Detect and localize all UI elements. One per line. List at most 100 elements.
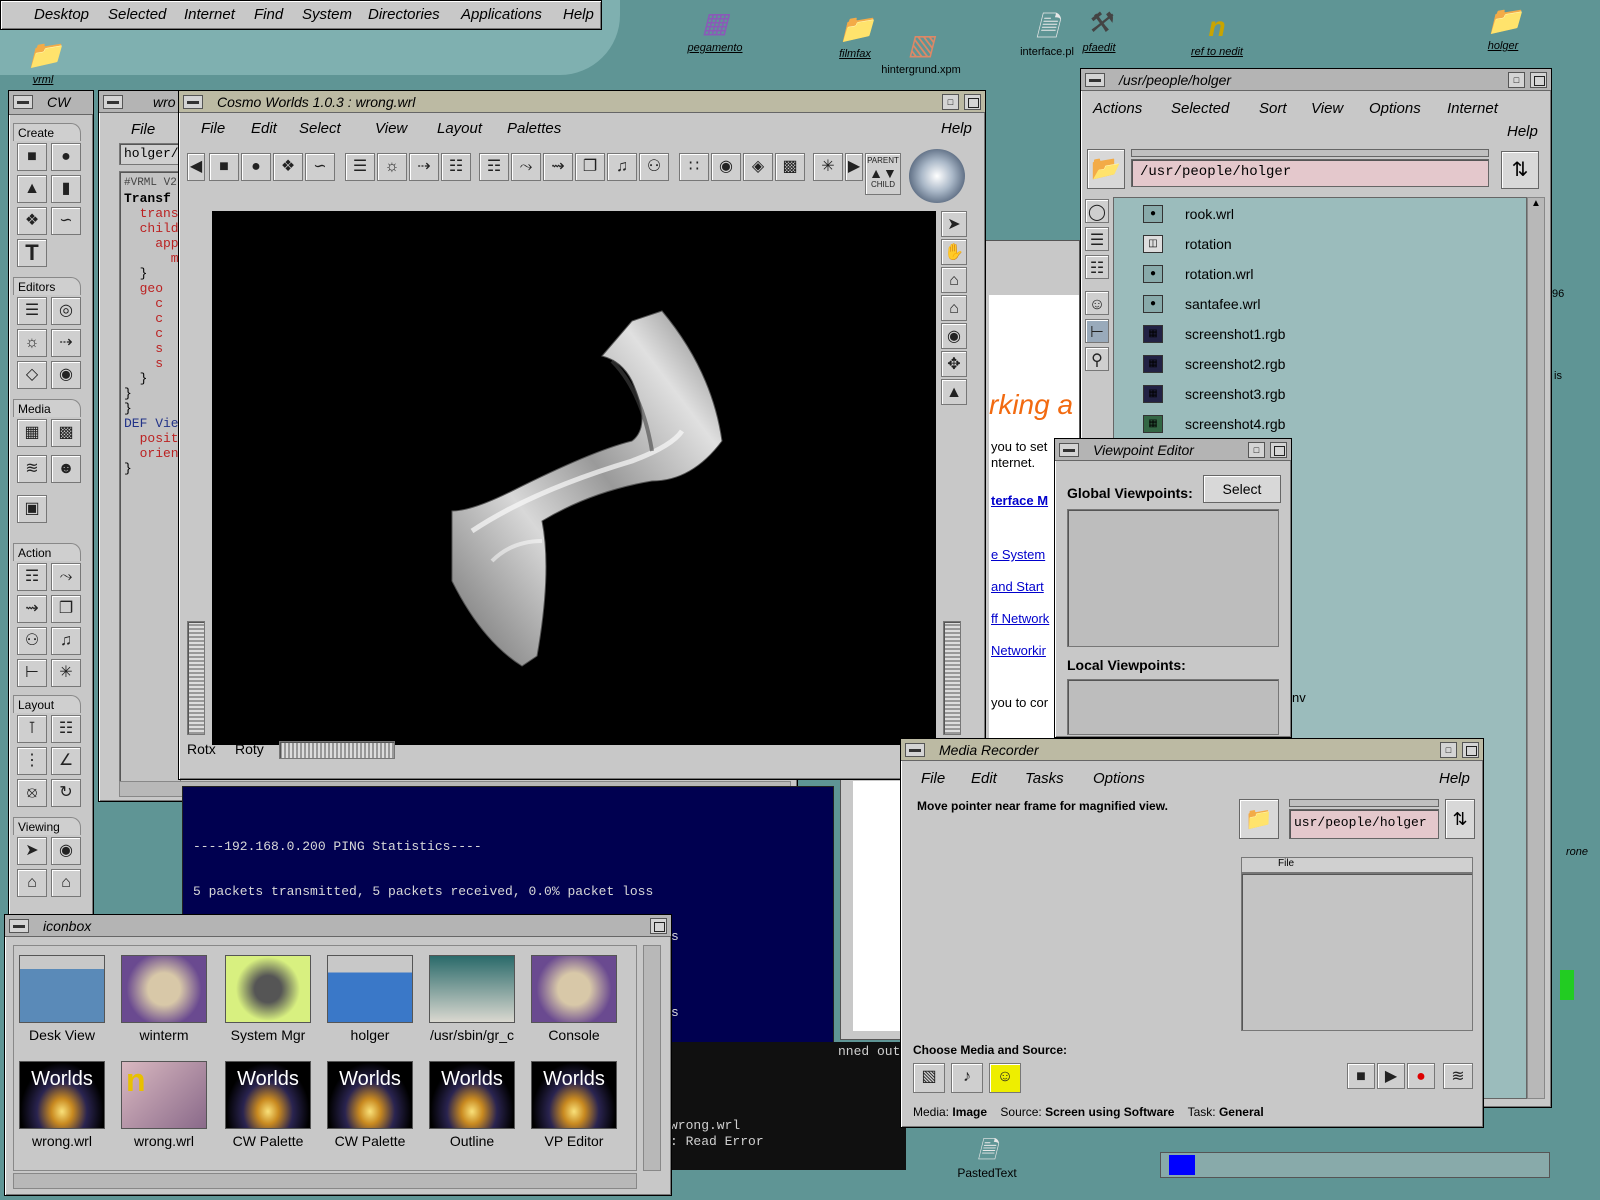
menu-actions[interactable]: Actions — [1093, 100, 1142, 117]
parent-button[interactable]: PARENT ▲▼ CHILD — [865, 153, 901, 195]
toolbar-scroll-left-button[interactable]: ◀ — [187, 153, 205, 181]
magnify-button[interactable]: ⚲ — [1085, 347, 1109, 371]
menu-options[interactable]: Options — [1093, 770, 1145, 787]
stop-button[interactable]: ■ — [1347, 1063, 1375, 1089]
file-row[interactable]: ▦ screenshot2.rgb — [1143, 349, 1285, 379]
window-menu-button[interactable] — [1059, 443, 1079, 457]
cosmo-titlebar[interactable]: Cosmo Worlds 1.0.3 : wrong.wrl □ — [179, 91, 985, 113]
3d-viewport[interactable] — [212, 211, 936, 745]
right-thumbwheel[interactable] — [943, 621, 961, 735]
tree-button[interactable]: ⊢ — [1085, 319, 1109, 343]
refresh-button[interactable]: ⇅ — [1445, 799, 1475, 839]
cw-palette-titlebar[interactable]: CW — [9, 91, 93, 115]
media-file-list[interactable] — [1241, 873, 1473, 1031]
rotate-layout-button[interactable]: ↻ — [51, 779, 81, 807]
iconbox-item-wrong-wrl[interactable]: Worlds wrong.wrl — [19, 1061, 105, 1149]
hand-tool-button[interactable]: ✋ — [941, 239, 967, 265]
toolchest-item-help[interactable]: Help — [563, 6, 594, 23]
record-button[interactable]: ● — [1407, 1063, 1435, 1089]
minimize-button[interactable]: □ — [942, 94, 959, 110]
proximity-action-button[interactable]: ⊢ — [17, 659, 47, 687]
file-row[interactable]: ▦ screenshot4.rgb — [1143, 409, 1285, 439]
material-editor-button[interactable]: ◇ — [17, 361, 47, 389]
menu-file[interactable]: File — [921, 770, 945, 787]
toolchest-item-internet[interactable]: Internet — [184, 6, 235, 23]
disk-toolbar-button[interactable]: ◉ — [711, 153, 741, 181]
text-editor-menu-file[interactable]: File — [131, 121, 155, 138]
minimize-button[interactable]: □ — [1508, 72, 1525, 88]
path-editor-button[interactable]: ⇢ — [51, 329, 81, 357]
align-layout-button[interactable]: ⊺ — [17, 715, 47, 743]
browser-link[interactable]: e System — [991, 547, 1045, 562]
browser-link[interactable]: terface M — [991, 493, 1048, 508]
eye-viewing-button[interactable]: ◉ — [51, 837, 81, 865]
texture-media-button[interactable]: ▩ — [51, 419, 81, 447]
left-thumbwheel[interactable] — [187, 621, 205, 735]
extrusion-tool-button[interactable]: ❖ — [17, 207, 47, 235]
minimize-button[interactable]: □ — [1440, 742, 1457, 758]
light-editor-button[interactable]: ◉ — [51, 361, 81, 389]
toolbar-scroll-right-button[interactable]: ▶ — [845, 153, 863, 181]
script-toolbar-button[interactable]: ☶ — [479, 153, 509, 181]
roty-thumbwheel[interactable] — [279, 741, 395, 759]
sphere-tool-button[interactable]: ● — [51, 143, 81, 171]
sound-editor-button[interactable]: ☼ — [17, 329, 47, 357]
desktop-icon-pegamento[interactable]: ▦ pegamento — [660, 6, 770, 54]
file-row[interactable]: ◫ rotation — [1143, 229, 1232, 259]
iconbox-item-system-mgr[interactable]: System Mgr — [225, 955, 311, 1043]
file-row[interactable]: ● rook.wrl — [1143, 199, 1234, 229]
file-list-scrollbar[interactable]: ▲ — [1527, 197, 1545, 1099]
menu-help[interactable]: Help — [1507, 123, 1538, 140]
desktop-icon-vrml[interactable]: 📁 vrml — [0, 38, 98, 86]
iconbox-titlebar[interactable]: iconbox — [5, 915, 671, 937]
sound-toolbar-button[interactable]: ☼ — [377, 153, 407, 181]
select-button[interactable]: Select — [1203, 475, 1281, 503]
sensor-action-button[interactable]: ♫ — [51, 627, 81, 655]
maximize-button[interactable] — [1530, 72, 1547, 88]
outline-toolbar-button[interactable]: ☰ — [345, 153, 375, 181]
file-row[interactable]: ▦ screenshot3.rgb — [1143, 379, 1285, 409]
window-menu-button[interactable] — [9, 919, 29, 933]
desktop-icon-hintergrund[interactable]: ▧ hintergrund.xpm — [866, 28, 976, 76]
iconbox-item-outline[interactable]: Worlds Outline — [429, 1061, 515, 1149]
light-action-button[interactable]: ✳ — [51, 659, 81, 687]
browser-link[interactable]: Networkir — [991, 643, 1046, 658]
home-viewing-button[interactable]: ⌂ — [17, 869, 47, 897]
toolchest-item-directories[interactable]: Directories — [368, 6, 440, 23]
menu-palettes[interactable]: Palettes — [507, 120, 561, 137]
path-field[interactable]: usr/people/holger — [1289, 809, 1439, 839]
toolchest-item-applications[interactable]: Applications — [461, 6, 542, 23]
maximize-button[interactable] — [650, 918, 667, 934]
menu-file[interactable]: File — [201, 120, 225, 137]
audio-media-button[interactable]: ≋ — [17, 455, 47, 483]
ruler-layout-button[interactable]: ⋮ — [17, 747, 47, 775]
grid-toolbar-button[interactable]: ☷ — [441, 153, 471, 181]
file-row[interactable]: ▦ screenshot1.rgb — [1143, 319, 1285, 349]
refresh-button[interactable]: ⇅ — [1501, 151, 1539, 189]
toolchest-item-system[interactable]: System — [302, 6, 352, 23]
extrusion-toolbar-button[interactable]: ❖ — [273, 153, 303, 181]
set-home-button[interactable]: ⌂ — [941, 295, 967, 321]
path-field[interactable]: /usr/people/holger — [1131, 159, 1489, 187]
desktop-icon-pfaedit[interactable]: ⚒ pfaedit — [1044, 6, 1154, 54]
light-toolbar-button[interactable]: ✳ — [813, 153, 843, 181]
pointer-tool-button[interactable]: ➤ — [941, 211, 967, 237]
menu-view[interactable]: View — [375, 120, 407, 137]
cylinder-tool-button[interactable]: ▮ — [51, 175, 81, 203]
toolchest-item-find[interactable]: Find — [254, 6, 283, 23]
folder-button[interactable]: 📁 — [1239, 799, 1279, 839]
video-source-button[interactable]: ▧ — [913, 1063, 945, 1093]
path-toolbar-button[interactable]: ⇢ — [409, 153, 439, 181]
window-menu-button[interactable] — [183, 95, 203, 109]
window-menu-button[interactable] — [905, 743, 925, 757]
sphere-toolbar-button[interactable]: ● — [241, 153, 271, 181]
view-list-button[interactable]: ☰ — [1085, 227, 1109, 251]
audio-source-button[interactable]: ♪ — [951, 1063, 983, 1093]
arc-toolbar-button[interactable]: ⤳ — [511, 153, 541, 181]
cube-tool-button[interactable]: ■ — [17, 143, 47, 171]
window-menu-button[interactable] — [13, 95, 33, 109]
plane-toolbar-button[interactable]: ◈ — [743, 153, 773, 181]
spheres-toolbar-button[interactable]: ∷ — [679, 153, 709, 181]
script-action-button[interactable]: ☶ — [17, 563, 47, 591]
iconbox-item-cw-palette-2[interactable]: Worlds CW Palette — [327, 1061, 413, 1149]
